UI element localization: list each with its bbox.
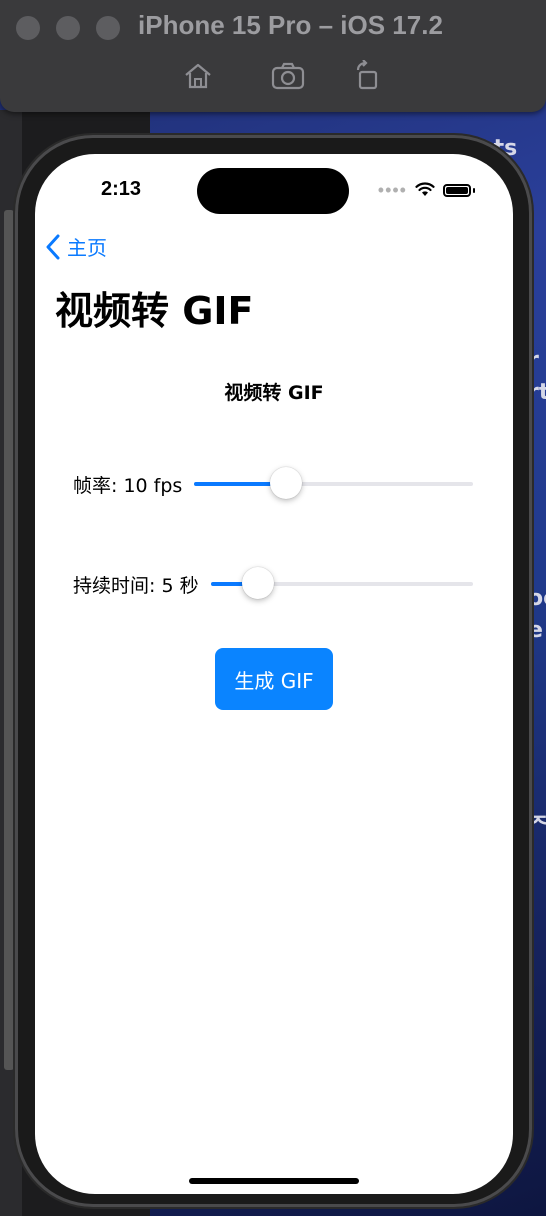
- wifi-icon: [415, 182, 435, 196]
- rotate-button[interactable]: [352, 59, 384, 92]
- battery-icon: [443, 183, 471, 197]
- close-window-button[interactable]: [16, 16, 40, 40]
- dynamic-island: [197, 168, 349, 214]
- simulator-title: iPhone 15 Pro – iOS 17.2: [138, 10, 443, 40]
- chevron-left-icon: [46, 234, 60, 259]
- generate-gif-button[interactable]: 生成 GIF: [215, 648, 333, 710]
- battery-nub: [473, 187, 475, 193]
- slider-thumb[interactable]: [270, 467, 303, 499]
- cellular-dots-icon: ••••: [377, 180, 407, 200]
- zoom-window-button[interactable]: [96, 16, 120, 40]
- slider-thumb[interactable]: [241, 567, 274, 599]
- minimize-window-button[interactable]: [56, 16, 80, 40]
- scrollbar: [4, 210, 14, 1070]
- frame-rate-label: 帧率: 10 fps: [73, 474, 183, 497]
- home-icon: [185, 63, 211, 89]
- duration-slider[interactable]: [210, 567, 473, 599]
- frame-rate-slider[interactable]: [194, 467, 473, 499]
- home-indicator: [189, 1178, 359, 1184]
- frame-rate-row: 帧率: 10 fps: [73, 467, 473, 499]
- section-title: 视频转 GIF: [224, 382, 324, 404]
- status-time: 2:13: [101, 178, 142, 200]
- page-title: 视频转 GIF: [55, 289, 254, 333]
- simulator-titlebar: iPhone 15 Pro – iOS 17.2: [0, 0, 546, 112]
- app-screen: 2:13 •••• 主页 视频转 GIF 视频转 GIF 帧率: 10 fps …: [35, 154, 513, 1194]
- home-button[interactable]: [182, 60, 214, 92]
- rotate-icon: [356, 59, 378, 90]
- duration-label: 持续时间: 5 秒: [73, 574, 199, 597]
- camera-icon: [271, 62, 305, 90]
- duration-row: 持续时间: 5 秒: [73, 567, 473, 599]
- back-label: 主页: [67, 238, 107, 260]
- screenshot-button[interactable]: [270, 60, 306, 92]
- status-indicators: ••••: [377, 180, 475, 200]
- back-button[interactable]: 主页: [45, 232, 107, 261]
